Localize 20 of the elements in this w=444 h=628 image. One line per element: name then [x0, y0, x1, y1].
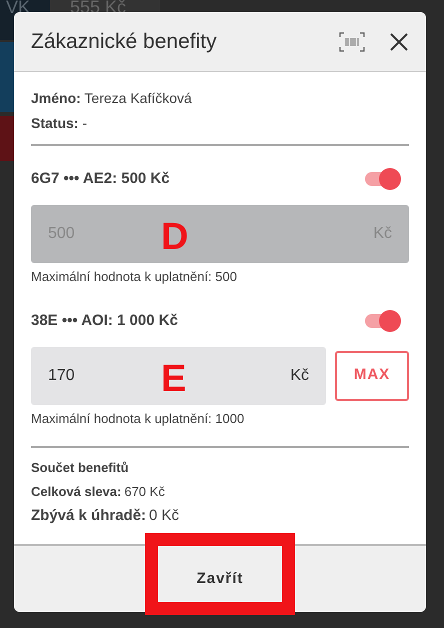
toggle-switch[interactable]	[365, 310, 401, 332]
info-line: Status: -	[31, 114, 88, 133]
benefit-title: 6G7 ••• AE2: 500 Kč	[31, 169, 170, 189]
summary-heading: Součet benefitů	[31, 459, 130, 477]
hint-text: Maximální hodnota k uplatnění: 1000	[31, 410, 246, 428]
background-tile	[0, 42, 14, 112]
summary-label: Celková sleva:	[31, 482, 122, 500]
close-icon[interactable]	[389, 32, 409, 52]
background-tile	[0, 116, 14, 161]
barcode-scan-icon[interactable]	[339, 32, 365, 52]
hint-text: Maximální hodnota k uplatnění: 500	[31, 268, 238, 286]
annotation-letter: D	[161, 216, 188, 256]
summary-value: 0 Kč	[149, 506, 180, 526]
annotation-letter: E	[161, 358, 186, 398]
summary-value: 670 Kč	[124, 482, 165, 500]
benefit-title: 38E ••• AOI: 1 000 Kč	[31, 311, 178, 331]
summary-label: Zbývá k úhradě:	[31, 506, 146, 526]
amount-field[interactable]: 170 E Kč	[31, 346, 326, 404]
close-button[interactable]: Zavřít	[176, 558, 264, 600]
info-line: Jméno: Tereza Kafíčková	[31, 89, 192, 108]
